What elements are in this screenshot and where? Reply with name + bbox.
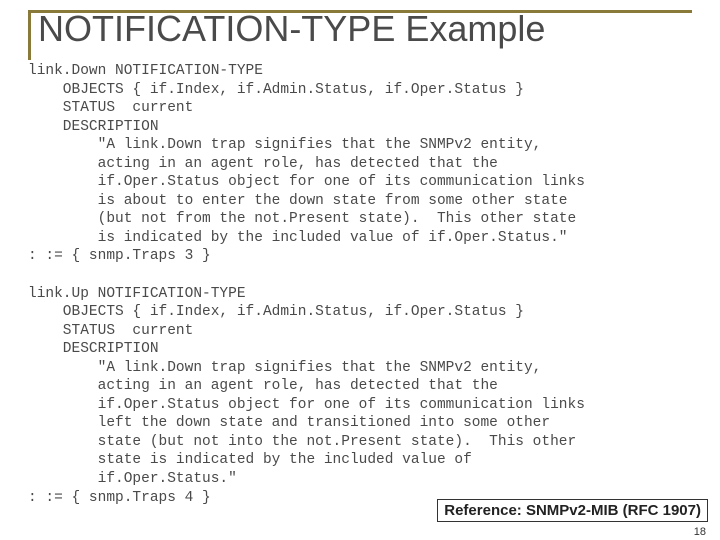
reference-box: Reference: SNMPv2-MIB (RFC 1907) [437,499,708,522]
slide-title: NOTIFICATION-TYPE Example [38,8,545,50]
code-definition: link.Down NOTIFICATION-TYPE OBJECTS { if… [28,62,696,507]
slide-container: NOTIFICATION-TYPE Example link.Down NOTI… [0,0,720,540]
page-number: 18 [694,526,706,538]
